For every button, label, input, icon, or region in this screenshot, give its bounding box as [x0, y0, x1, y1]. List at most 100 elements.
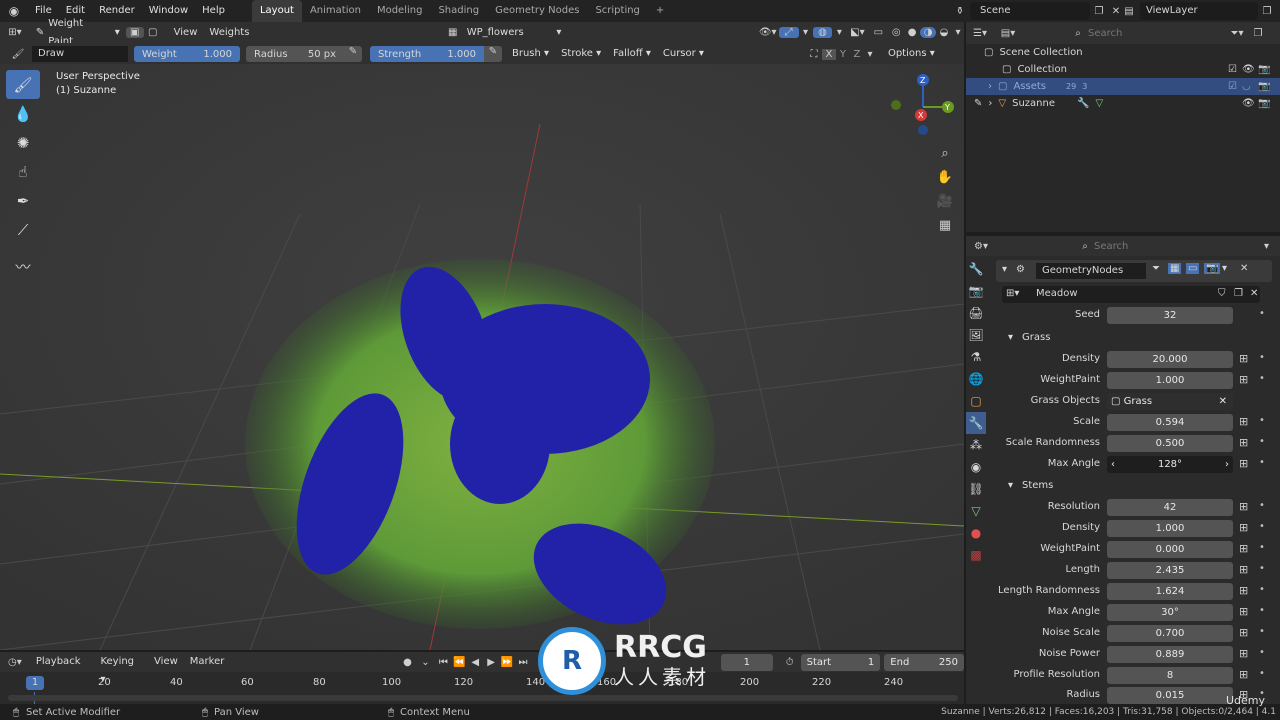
- menu-playback[interactable]: Playback ▾: [30, 653, 95, 685]
- strength-slider[interactable]: Strength 1.000: [370, 46, 484, 62]
- zoom-icon[interactable]: ⌕: [933, 142, 957, 166]
- neg-y-axis-handle[interactable]: [891, 100, 901, 110]
- material-shading-icon[interactable]: ◑: [920, 27, 937, 38]
- expand-arrow-icon[interactable]: ›: [988, 98, 992, 109]
- keying-set-icon[interactable]: ⌄: [416, 657, 436, 668]
- property-field[interactable]: 20.000: [1107, 351, 1233, 368]
- display-mode-icon[interactable]: ▤▾: [994, 28, 1022, 39]
- animate-dot-icon[interactable]: •: [1259, 584, 1265, 595]
- paint-mask-icon[interactable]: ▣: [125, 27, 144, 38]
- chevron-down-icon[interactable]: ▾: [864, 49, 876, 60]
- animate-dot-icon[interactable]: •: [1259, 668, 1265, 679]
- seed-field[interactable]: 32: [1107, 307, 1233, 324]
- viewport-toggle-icon[interactable]: ▭: [1186, 263, 1200, 274]
- property-field[interactable]: 0.889: [1107, 646, 1233, 663]
- expand-arrow-icon[interactable]: ›: [988, 81, 992, 92]
- paint-mode-icon[interactable]: ✎: [974, 98, 982, 109]
- mirror-y-toggle[interactable]: Y: [836, 49, 850, 60]
- grass-objects-field[interactable]: ▢ Grass ✕: [1107, 393, 1233, 410]
- property-field[interactable]: 0.015: [1107, 687, 1233, 704]
- mode-dropdown[interactable]: ✎ Weight Paint ▾: [30, 18, 126, 47]
- animate-dot-icon[interactable]: •: [1259, 373, 1265, 384]
- mirror-z-toggle[interactable]: Z: [850, 49, 864, 60]
- chevron-down-icon[interactable]: ▾: [1264, 241, 1269, 252]
- property-field[interactable]: 0.000: [1107, 541, 1233, 558]
- average-brush-icon[interactable]: ✺: [6, 128, 40, 157]
- menu-cursor[interactable]: Cursor ▾: [657, 45, 710, 63]
- draw-brush-icon[interactable]: 🖌: [6, 70, 40, 99]
- smear-brush-icon[interactable]: ☝: [6, 157, 40, 186]
- new-scene-icon[interactable]: ❐: [1090, 6, 1108, 17]
- chevron-down-icon[interactable]: ▾: [832, 27, 846, 38]
- play-icon[interactable]: ▶: [483, 657, 499, 668]
- menu-brush[interactable]: Brush ▾: [506, 45, 555, 63]
- filter-icon[interactable]: ⏷▾: [1226, 28, 1248, 39]
- tab-animation[interactable]: Animation: [302, 0, 369, 22]
- menu-window[interactable]: Window: [142, 0, 195, 22]
- property-field[interactable]: 2.435: [1107, 562, 1233, 579]
- property-field[interactable]: 0.594: [1107, 414, 1233, 431]
- view-layer-name[interactable]: ViewLayer: [1140, 2, 1258, 20]
- pen-pressure-icon[interactable]: ✎: [344, 46, 362, 62]
- sample-weight-icon[interactable]: ✒: [6, 186, 40, 215]
- animate-dot-icon[interactable]: •: [1259, 521, 1265, 532]
- duplicate-icon[interactable]: ❐: [1234, 288, 1243, 299]
- options-menu[interactable]: Options ▾: [882, 45, 941, 63]
- menu-falloff[interactable]: Falloff ▾: [607, 45, 657, 63]
- mirror-icon[interactable]: ⛶: [806, 49, 822, 60]
- rendered-shading-icon[interactable]: ◒: [936, 27, 952, 38]
- hide-eye-icon[interactable]: 👁: [1242, 98, 1255, 109]
- new-collection-icon[interactable]: ❐: [1248, 28, 1268, 39]
- new-view-layer-icon[interactable]: ❐: [1258, 6, 1276, 17]
- attribute-toggle-icon[interactable]: ⊞: [1239, 584, 1251, 599]
- properties-editor-icon[interactable]: ⚙▾: [966, 241, 996, 252]
- gizmo-icon[interactable]: ⤢: [778, 27, 799, 38]
- increment-arrow-icon[interactable]: ›: [1225, 456, 1229, 473]
- attribute-toggle-icon[interactable]: ⊞: [1239, 500, 1251, 515]
- hide-eye-icon[interactable]: 👁: [1242, 64, 1255, 75]
- outliner-item-suzanne[interactable]: ✎ › ▽ Suzanne 🔧 ▽ 👁 📷: [966, 95, 1280, 112]
- outliner-item-collection[interactable]: ▢ Collection ☑ 👁 📷: [966, 61, 1280, 78]
- attribute-toggle-icon[interactable]: ⊞: [1239, 436, 1251, 451]
- outliner-editor-icon[interactable]: ☰▾: [966, 28, 994, 39]
- property-field[interactable]: 0.500: [1107, 435, 1233, 452]
- outliner-item-assets[interactable]: › ▢ Assets 29 3 ☑ ◡ 📷: [966, 78, 1280, 95]
- attribute-toggle-icon[interactable]: ⊞: [1239, 352, 1251, 367]
- node-group-selector[interactable]: ⊞▾ Meadow ⛉ ❐ ✕: [1002, 286, 1260, 303]
- edit-mode-toggle-icon[interactable]: ⏷: [1152, 263, 1160, 274]
- navigation-gizmo[interactable]: Z Y X: [888, 72, 958, 142]
- 3d-viewport[interactable]: User Perspective (1) Suzanne Z Y X ⌕ ✋ 🎥…: [0, 64, 964, 650]
- delete-view-layer-icon[interactable]: ✕: [1276, 6, 1280, 17]
- menu-view[interactable]: View: [148, 653, 184, 671]
- mirror-x-toggle[interactable]: X: [821, 48, 836, 60]
- stopwatch-icon[interactable]: ⏱: [779, 657, 801, 668]
- exclude-checkbox[interactable]: ☑: [1228, 64, 1237, 75]
- editor-type-icon[interactable]: ⊞▾: [0, 27, 30, 38]
- attribute-toggle-icon[interactable]: ⊞: [1239, 457, 1251, 472]
- property-field[interactable]: 1.000: [1107, 520, 1233, 537]
- menu-view[interactable]: View: [168, 24, 204, 42]
- xray-icon[interactable]: ▭: [868, 27, 888, 38]
- collapse-arrow-icon[interactable]: ▾: [1002, 264, 1007, 275]
- brush-icon[interactable]: 🖌: [8, 49, 28, 60]
- auto-keying-icon[interactable]: ●: [400, 657, 416, 668]
- gradient-icon[interactable]: ⟋: [6, 215, 40, 244]
- neg-z-axis-handle[interactable]: [918, 125, 928, 135]
- next-keyframe-icon[interactable]: ⏩: [499, 657, 515, 668]
- timeline-editor-icon[interactable]: ◷▾: [0, 657, 30, 668]
- animate-dot-icon[interactable]: •: [1259, 563, 1265, 574]
- annotate-icon[interactable]: 〰: [6, 252, 40, 281]
- attribute-toggle-icon[interactable]: ⊞: [1239, 668, 1251, 683]
- perspective-toggle-icon[interactable]: ▦: [933, 214, 957, 238]
- menu-stroke[interactable]: Stroke ▾: [555, 45, 607, 63]
- animate-dot-icon[interactable]: •: [1259, 308, 1265, 319]
- modifier-header[interactable]: ▾ ⚙ GeometryNodes ⏷ ▦ ▭ 📷 ▾ ✕: [996, 260, 1272, 282]
- stems-section-header[interactable]: ▾ Stems: [966, 476, 1280, 496]
- tab-layout[interactable]: Layout: [251, 0, 302, 22]
- render-toggle-icon[interactable]: 📷: [1204, 263, 1221, 274]
- visibility-eye-icon[interactable]: 👁▾: [757, 27, 779, 38]
- menu-help[interactable]: Help: [195, 0, 232, 22]
- outliner-search-input[interactable]: Search: [1088, 28, 1162, 39]
- max-angle-field[interactable]: ‹ 128° ›: [1107, 456, 1233, 473]
- menu-weights[interactable]: Weights: [203, 24, 255, 42]
